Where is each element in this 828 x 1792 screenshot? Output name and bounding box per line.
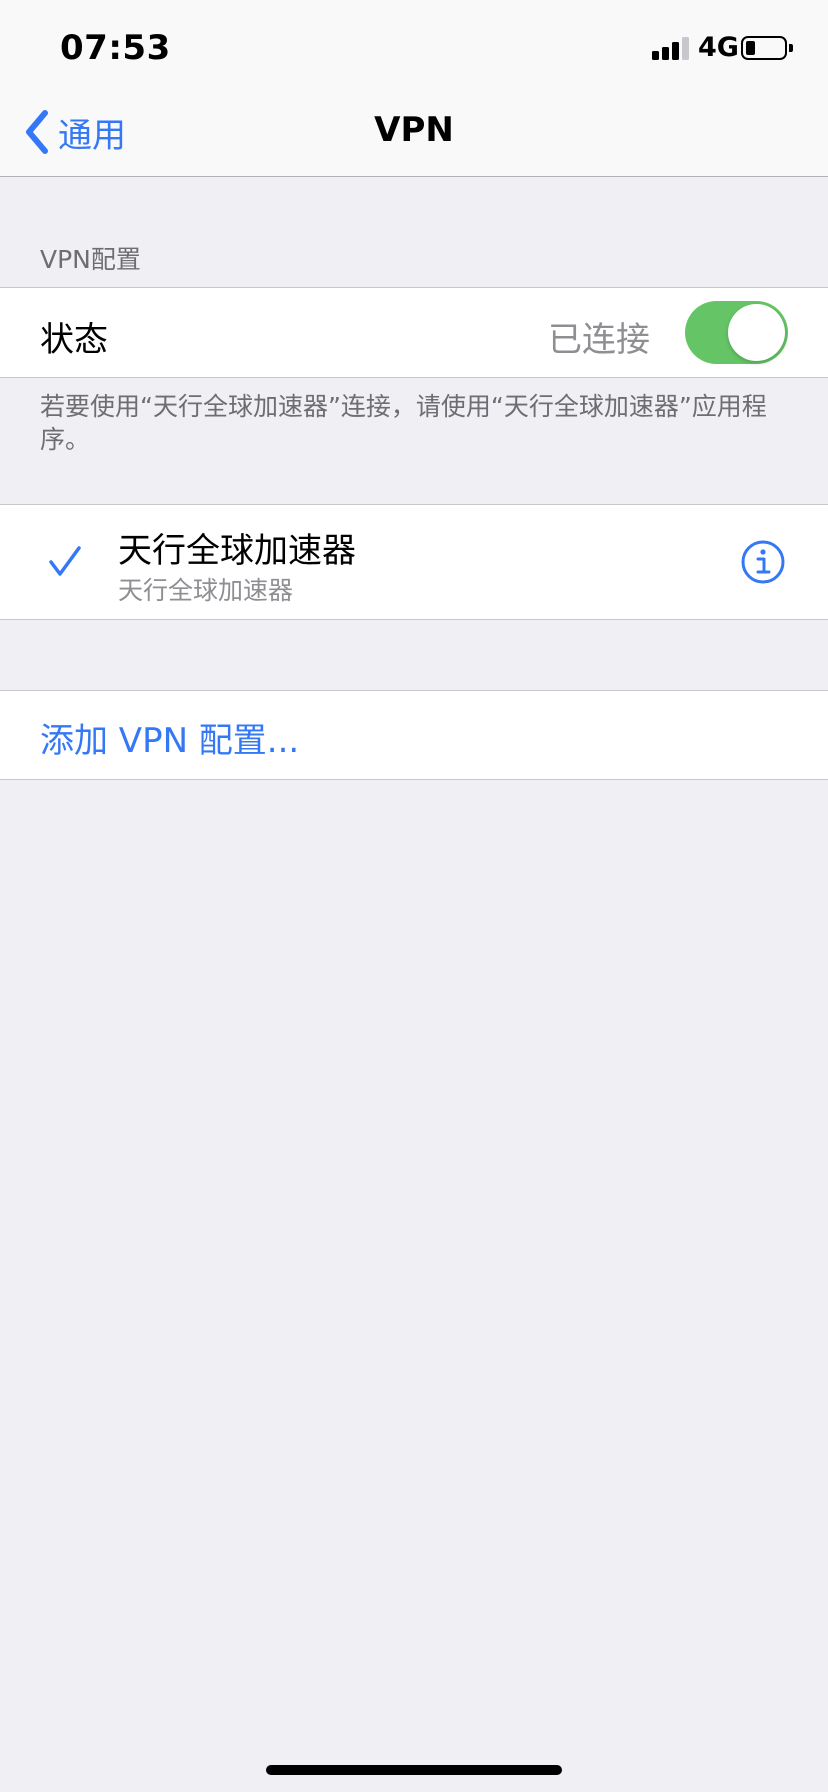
network-type: 4G xyxy=(698,32,739,63)
vpn-config-subtitle: 天行全球加速器 xyxy=(118,576,294,605)
footer-note: 若要使用“天行全球加速器”连接，请使用“天行全球加速器”应用程序。 xyxy=(40,392,767,454)
status-value: 已连接 xyxy=(548,320,650,360)
home-indicator xyxy=(266,1765,562,1775)
battery-icon xyxy=(741,36,787,60)
status-label: 状态 xyxy=(40,320,108,360)
add-config-row: 添加 VPN 配置... xyxy=(0,690,828,780)
status-row: 状态 已连接 xyxy=(0,287,828,378)
status-time: 07:53 xyxy=(60,28,171,68)
page-title: VPN xyxy=(374,110,454,150)
add-vpn-config-button[interactable]: 添加 VPN 配置... xyxy=(40,713,299,762)
battery-level xyxy=(746,41,755,55)
checkmark-icon xyxy=(49,546,81,576)
info-circle-icon[interactable] xyxy=(741,540,785,584)
battery-cap xyxy=(789,44,793,52)
vpn-config-name: 天行全球加速器 xyxy=(118,531,356,571)
vpn-list: 天行全球加速器 天行全球加速器 xyxy=(0,504,828,620)
section-header: VPN配置 xyxy=(40,245,141,274)
toggle-knob xyxy=(728,304,785,361)
vpn-status-toggle[interactable] xyxy=(685,301,788,364)
cellular-signal-icon xyxy=(652,36,692,60)
vpn-config-item[interactable]: 天行全球加速器 天行全球加速器 xyxy=(0,505,828,619)
top-bar: 07:53 4G 通用 VPN xyxy=(0,0,828,177)
